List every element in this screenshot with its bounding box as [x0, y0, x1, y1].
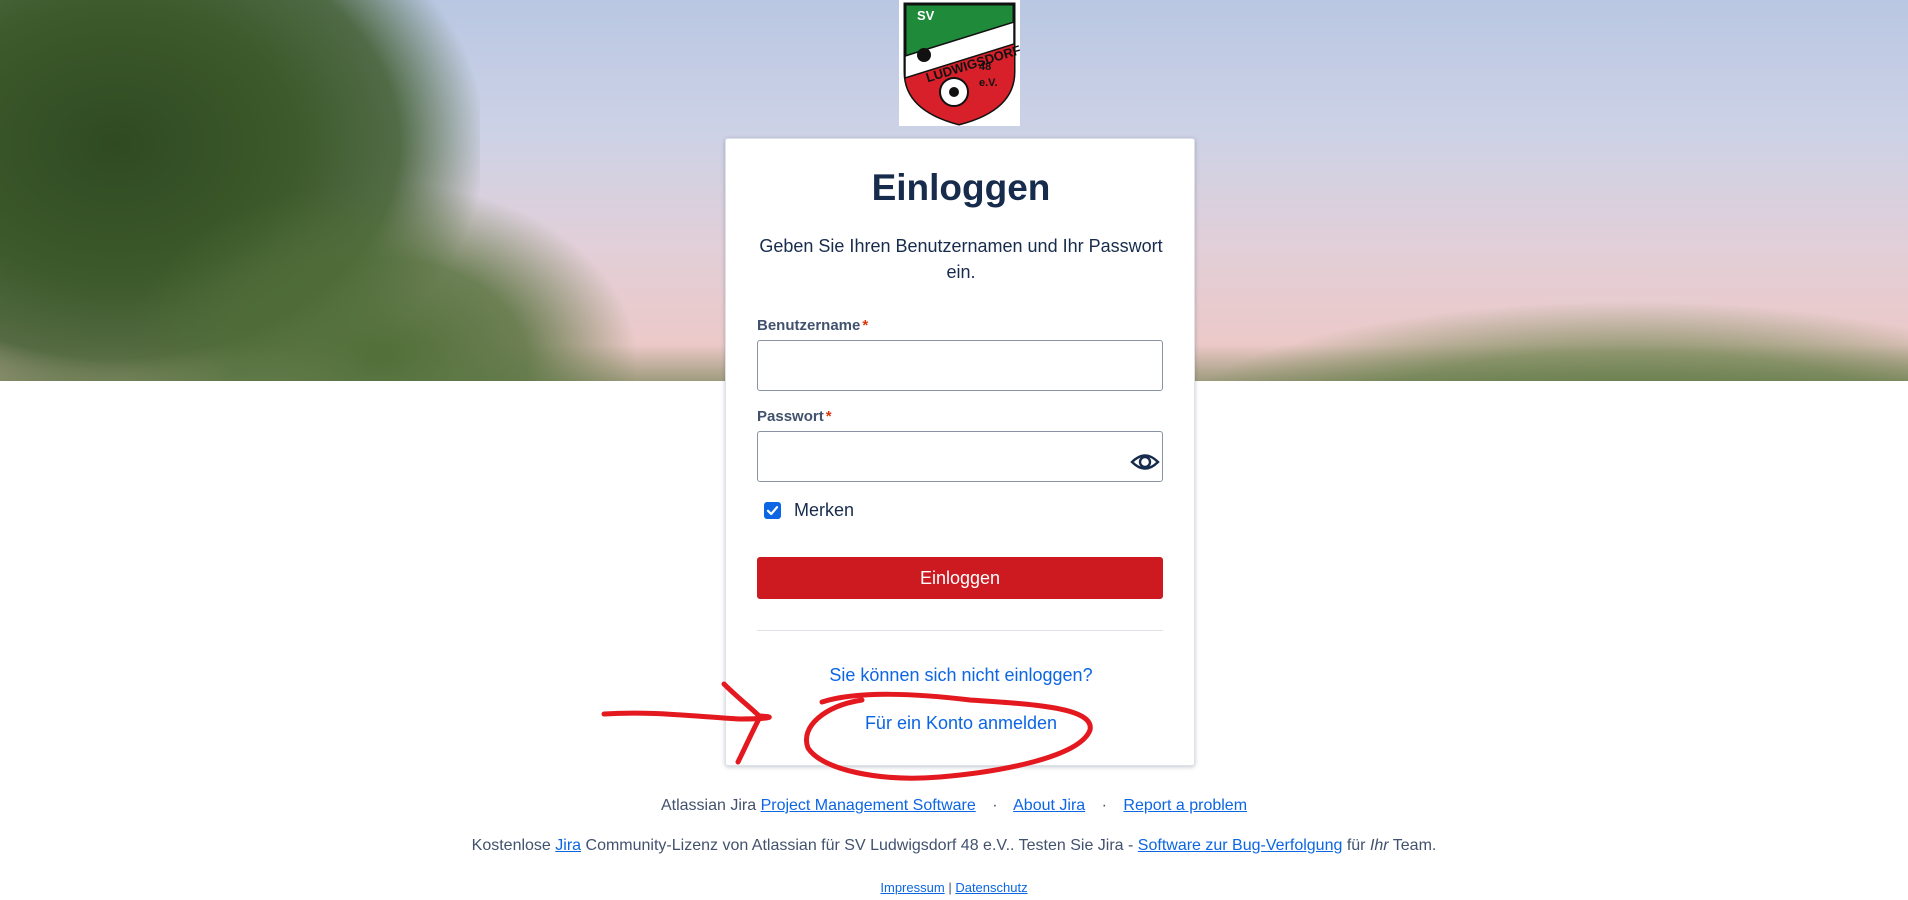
- footer-text-fuer: für: [1346, 837, 1366, 854]
- login-button[interactable]: Einloggen: [757, 557, 1163, 599]
- remember-me[interactable]: Merken: [764, 500, 854, 521]
- footer-text-ihr: Ihr: [1369, 837, 1389, 854]
- divider: [757, 630, 1163, 631]
- logo-text-48: 48: [979, 61, 991, 73]
- cant-login-link[interactable]: Sie können sich nicht einloggen?: [726, 665, 1196, 686]
- footer-link-jira[interactable]: Jira: [555, 837, 581, 854]
- club-crest-icon: SV LUDWIGSDORF 48 e.V.: [903, 2, 1022, 126]
- footer-line-1: Atlassian Jira Project Management Softwa…: [0, 797, 1908, 815]
- eye-icon[interactable]: [1130, 447, 1160, 477]
- footer-link-project-management[interactable]: Project Management Software: [761, 797, 976, 814]
- required-mark: *: [862, 317, 869, 334]
- club-logo: SV LUDWIGSDORF 48 e.V.: [899, 0, 1022, 126]
- footer-separator: ·: [992, 797, 998, 814]
- username-label: Benutzername *: [757, 317, 868, 334]
- password-label: Passwort *: [757, 408, 832, 425]
- password-label-text: Passwort: [757, 408, 824, 425]
- signup-link[interactable]: Für ein Konto anmelden: [726, 713, 1196, 734]
- footer-separator: ·: [1101, 797, 1107, 814]
- footer-link-report-problem[interactable]: Report a problem: [1123, 797, 1247, 814]
- logo-text-ev: e.V.: [979, 77, 998, 89]
- footer-line-3: Impressum | Datenschutz: [0, 880, 1908, 895]
- footer-line-2: Kostenlose Jira Community-Lizenz von Atl…: [0, 837, 1908, 855]
- logo-text-sv: SV: [917, 8, 935, 23]
- login-intro-text: Geben Sie Ihren Benutzernamen und Ihr Pa…: [759, 236, 1163, 282]
- footer-link-impressum[interactable]: Impressum: [880, 880, 944, 895]
- required-mark: *: [825, 408, 832, 425]
- footer-link-bug-tracking[interactable]: Software zur Bug-Verfolgung: [1138, 837, 1343, 854]
- footer-pipe: |: [948, 880, 952, 895]
- checkbox-checked-icon[interactable]: [764, 502, 781, 519]
- footer-link-datenschutz[interactable]: Datenschutz: [955, 880, 1027, 895]
- login-card: Einloggen Geben Sie Ihren Benutzernamen …: [725, 138, 1195, 766]
- footer-text-team: Team.: [1392, 837, 1437, 854]
- footer-license-prefix: Kostenlose: [471, 837, 551, 854]
- footer-license-text: Community-Lizenz von Atlassian für SV Lu…: [585, 837, 1134, 854]
- footer-prefix: Atlassian Jira: [660, 797, 757, 814]
- username-input[interactable]: [757, 340, 1163, 391]
- page-title: Einloggen: [871, 167, 1051, 208]
- footer-link-about-jira[interactable]: About Jira: [1013, 797, 1085, 814]
- password-input[interactable]: [757, 431, 1163, 482]
- remember-label: Merken: [794, 500, 855, 520]
- username-label-text: Benutzername: [757, 317, 861, 334]
